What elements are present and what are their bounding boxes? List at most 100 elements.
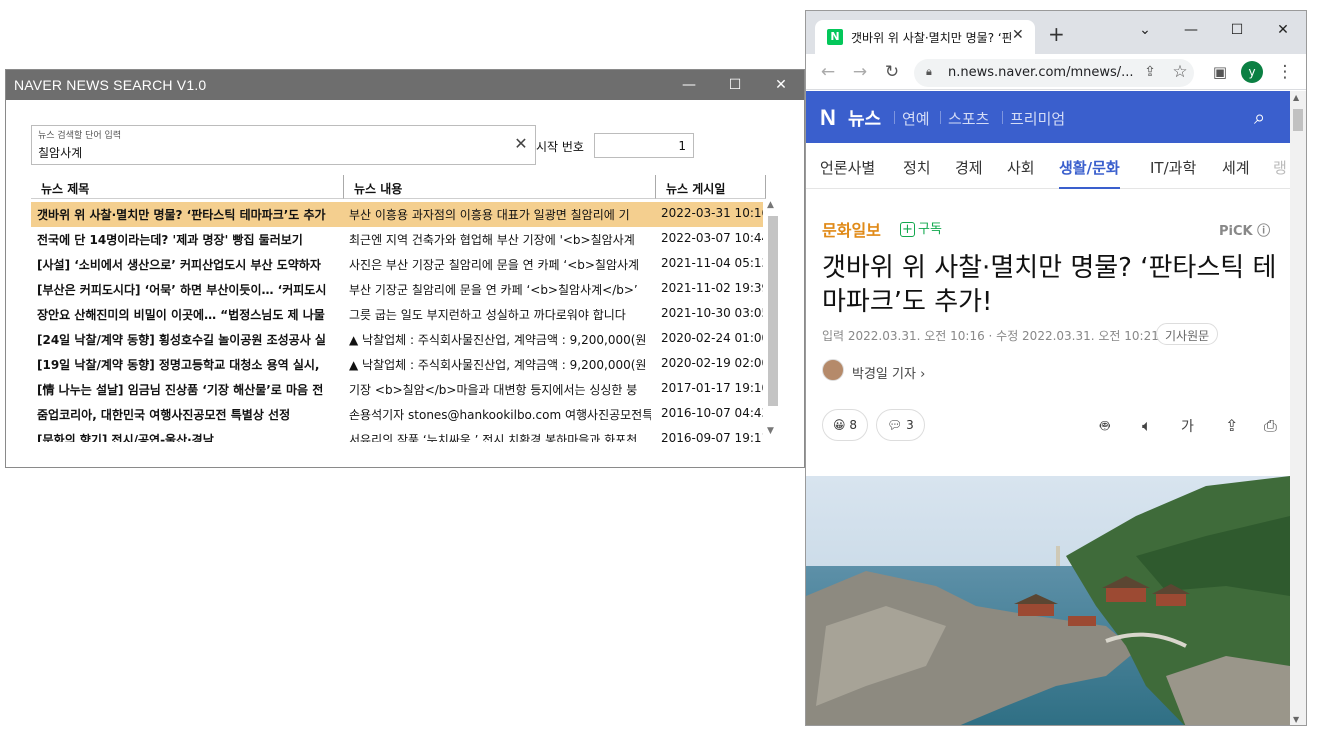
back-icon[interactable]: ←: [818, 62, 838, 82]
cell-title: [사설] ‘소비에서 생산으로’ 커피산업도시 부산 도약하자: [37, 258, 321, 272]
tab-ranking[interactable]: 랭: [1273, 157, 1287, 178]
cell-date: 2022-03-31 10:16: [661, 206, 763, 220]
article-headline: 갯바위 위 사찰·멸치만 명물? ‘판타스틱 테마파크’도 추가!: [822, 253, 1277, 317]
page-scroll-down-icon[interactable]: ▼: [1293, 715, 1299, 724]
tab-close-icon[interactable]: ✕: [1012, 27, 1024, 43]
clear-icon[interactable]: ✕: [513, 136, 529, 152]
new-tab-icon[interactable]: +: [1048, 24, 1065, 44]
menu-kebab-icon[interactable]: ⋮: [1275, 62, 1295, 82]
nav-link-premium[interactable]: 프리미엄: [1010, 108, 1065, 129]
reload-icon[interactable]: ↻: [882, 62, 902, 82]
cell-date: 2017-01-17 19:10: [661, 381, 763, 395]
browser-toolbar: ← → ↻ 🔒︎ n.news.naver.com/mnews/... ⇪ ☆ …: [806, 54, 1306, 90]
app-title-bar[interactable]: NAVER NEWS SEARCH V1.0 — ☐ ✕: [6, 70, 804, 100]
cell-content: 기장 <b>칠암</b>마을과 대변항 등지에서는 싱싱한 붕: [349, 383, 638, 397]
comment-button[interactable]: 💬︎ 3: [876, 409, 925, 441]
reporter-avatar[interactable]: [822, 359, 844, 381]
column-header-date[interactable]: 뉴스 게시일: [656, 175, 766, 199]
table-row[interactable]: [19일 낙찰/계약 동향] 정명고등학교 대청소 용역 실시, ▲ 낙찰업체 …: [31, 352, 763, 377]
table-row[interactable]: [사설] ‘소비에서 생산으로’ 커피산업도시 부산 도약하자 사진은 부산 기장…: [31, 252, 763, 277]
start-number-input[interactable]: 1: [594, 133, 694, 158]
cell-content: 최근엔 지역 건축가와 협업해 부산 기장에 '<b>칠암사계: [349, 233, 635, 247]
subscribe-label: 구독: [918, 222, 942, 237]
close-button[interactable]: ✕: [758, 70, 804, 100]
cell-content: ▲ 낙찰업체 : 주식회사물진산업, 계약금액 : 9,200,000(원: [349, 333, 647, 347]
cell-date: 2021-11-02 19:39: [661, 281, 763, 295]
scroll-down-icon[interactable]: ▼: [767, 426, 774, 436]
summary-robot-icon[interactable]: 🤖︎: [1100, 416, 1110, 438]
tab-search-icon[interactable]: ⌄: [1122, 16, 1168, 44]
cell-title: [24일 낙찰/계약 동향] 횡성호수길 놀이공원 조성공사 실: [37, 333, 326, 347]
tab-press[interactable]: 언론사별: [820, 157, 875, 178]
tab-it-science[interactable]: IT/과학: [1150, 157, 1196, 178]
table-row[interactable]: 갯바위 위 사찰·멸치만 명물? ‘판타스틱 테마파크’도 추가 부산 이흥용 과…: [31, 202, 763, 227]
scrollbar-thumb[interactable]: [768, 216, 778, 406]
nav-link-entertainment[interactable]: 연예: [902, 108, 930, 129]
tab-life-culture[interactable]: 생활/문화: [1059, 157, 1120, 189]
browser-close-button[interactable]: ✕: [1260, 16, 1306, 44]
browser-tab[interactable]: N 갯바위 위 사찰·멸치만 명물? ‘판타스틱 테마파크’도 추가! ✕: [815, 20, 1035, 54]
search-input[interactable]: 뉴스 검색할 단어 입력 칠암사계: [31, 125, 536, 165]
comment-icon: 💬︎: [887, 418, 903, 432]
cell-date: 2021-11-04 05:13: [661, 256, 763, 270]
naver-favicon-icon: N: [827, 29, 843, 45]
table-row[interactable]: [情 나누는 설날] 임금님 진상품 ‘기장 해산물’로 마음 전 기장 <b>칠…: [31, 377, 763, 402]
news-page: N 뉴스 연예 스포츠 프리미엄 ⌕ 언론사별 정치 경제 사회 생활/문화 I…: [806, 91, 1290, 725]
cell-date: 2016-09-07 19:11: [661, 431, 763, 442]
cell-content: 그릇 굽는 일도 부지런하고 성실하고 까다로워야 합니다: [349, 308, 626, 322]
share-article-icon[interactable]: ⇪: [1225, 416, 1238, 435]
tab-society[interactable]: 사회: [1007, 157, 1035, 178]
table-row[interactable]: [24일 낙찰/계약 동향] 횡성호수길 놀이공원 조성공사 실 ▲ 낙찰업체 :…: [31, 327, 763, 352]
bookmark-star-icon[interactable]: ☆: [1170, 62, 1190, 82]
scroll-up-icon[interactable]: ▲: [767, 200, 774, 210]
cell-title: 갯바위 위 사찰·멸치만 명물? ‘판타스틱 테마파크’도 추가: [37, 208, 326, 222]
reaction-button[interactable]: 😀︎ 8: [822, 409, 868, 441]
table-row[interactable]: 전국에 단 14명이라는데? '제과 명장' 빵집 둘러보기 최근엔 지역 건축가…: [31, 227, 763, 252]
cell-content: 부산 이흥용 과자점의 이흥용 대표가 일광면 칠암리에 기: [349, 208, 630, 222]
nav-link-sports[interactable]: 스포츠: [948, 108, 989, 129]
table-row[interactable]: 장안요 산해진미의 비밀이 이곳에… “법정스님도 제 나물 그릇 굽는 일도 부…: [31, 302, 763, 327]
pick-badge[interactable]: PiCK ⓘ: [1219, 220, 1270, 239]
forward-icon[interactable]: →: [850, 62, 870, 82]
table-row[interactable]: [부산은 커피도시다] ‘어묵’ 하면 부산이듯이… ‘커피도시 부산 기장군 칠…: [31, 277, 763, 302]
reporter-link[interactable]: 박경일 기자 ›: [852, 363, 925, 382]
share-icon[interactable]: ⇪: [1140, 62, 1160, 82]
article-dates: 입력 2022.03.31. 오전 10:16 · 수정 2022.03.31.…: [822, 329, 1159, 343]
tab-politics[interactable]: 정치: [903, 157, 931, 178]
table-row[interactable]: 줌업코리아, 대한민국 여행사진공모전 특별상 선정 손용석기자 stones@h…: [31, 402, 763, 427]
news-home-link[interactable]: 뉴스: [848, 105, 881, 131]
tab-economy[interactable]: 경제: [955, 157, 983, 178]
profile-avatar[interactable]: y: [1241, 61, 1263, 83]
minimize-button[interactable]: —: [666, 70, 712, 100]
search-icon[interactable]: ⌕: [1254, 105, 1265, 129]
audio-icon[interactable]: 🔈︎: [1142, 416, 1152, 436]
cell-content: 부산 기장군 칠암리에 문을 연 카페 ‘<b>칠암사계</b>’: [349, 283, 638, 297]
column-header-content[interactable]: 뉴스 내용: [344, 175, 656, 199]
tab-title: 갯바위 위 사찰·멸치만 명물? ‘판타스틱 테마파크’도 추가!: [851, 31, 1011, 45]
maximize-button[interactable]: ☐: [712, 70, 758, 100]
naver-logo[interactable]: N: [820, 105, 836, 131]
tab-world[interactable]: 세계: [1222, 157, 1250, 178]
smile-icon: 😀︎: [833, 418, 846, 432]
side-panel-icon[interactable]: ▣: [1210, 62, 1230, 82]
font-size-icon[interactable]: 가: [1181, 416, 1194, 436]
browser-minimize-button[interactable]: —: [1168, 16, 1214, 44]
page-scrollbar-thumb[interactable]: [1293, 109, 1303, 131]
press-name[interactable]: 문화일보: [822, 217, 881, 241]
cell-title: 전국에 단 14명이라는데? '제과 명장' 빵집 둘러보기: [37, 233, 303, 247]
column-header-title[interactable]: 뉴스 제목: [31, 175, 344, 199]
lock-icon[interactable]: 🔒︎: [926, 65, 932, 79]
page-scroll-up-icon[interactable]: ▲: [1293, 93, 1299, 102]
original-article-button[interactable]: 기사원문: [1156, 323, 1219, 345]
page-scrollbar[interactable]: ▲ ▼: [1290, 91, 1306, 725]
table-row[interactable]: [문화의 향기] 전시/공연-울산·경남 서유리의 작품 ‘누치싸움.’ 전시 치…: [31, 427, 763, 442]
table-scrollbar[interactable]: ▲ ▼: [766, 200, 780, 440]
subscribe-button[interactable]: + 구독: [900, 218, 942, 237]
cell-title: [문화의 향기] 전시/공연-울산·경남: [37, 433, 214, 442]
cell-content: ▲ 낙찰업체 : 주식회사물진산업, 계약금액 : 9,200,000(원: [349, 358, 647, 372]
browser-maximize-button[interactable]: ☐: [1214, 16, 1260, 44]
cell-title: 장안요 산해진미의 비밀이 이곳에… “법정스님도 제 나물: [37, 308, 325, 322]
reaction-count: 8: [849, 418, 857, 432]
search-value: 칠암사계: [38, 146, 83, 160]
print-icon[interactable]: ⎙: [1264, 416, 1277, 436]
